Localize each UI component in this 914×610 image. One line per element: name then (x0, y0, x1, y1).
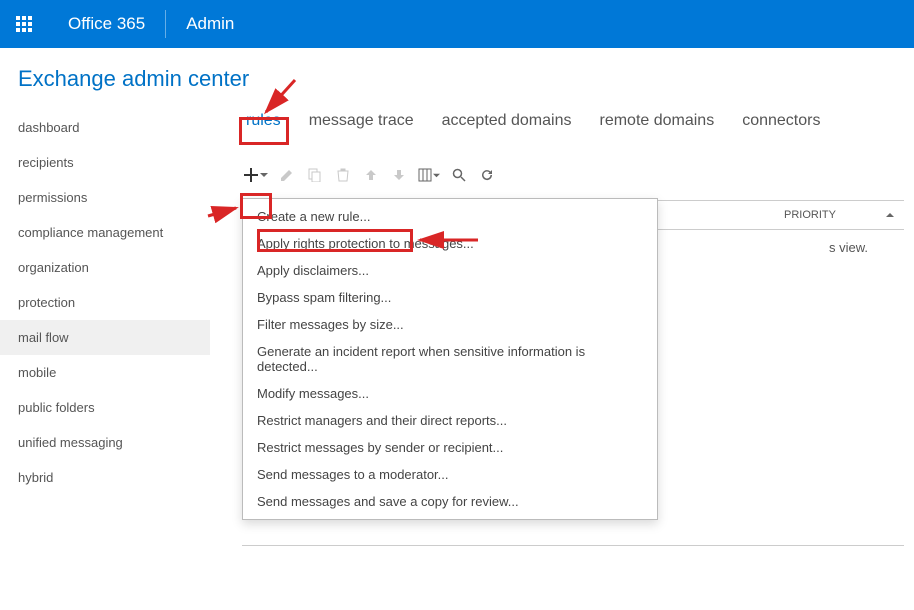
chevron-down-icon (433, 172, 440, 179)
tab-message-trace[interactable]: message trace (305, 110, 418, 132)
dd-apply-disclaimers[interactable]: Apply disclaimers... (243, 257, 657, 284)
pencil-icon (280, 168, 294, 182)
table-bottom-border (242, 545, 904, 546)
main-content: rules message trace accepted domains rem… (200, 110, 914, 546)
dd-bypass-spam[interactable]: Bypass spam filtering... (243, 284, 657, 311)
sort-asc-icon (886, 211, 894, 219)
tab-remote-domains[interactable]: remote domains (595, 110, 718, 132)
sidebar-item-dashboard[interactable]: dashboard (18, 110, 200, 145)
move-down-button (388, 164, 410, 186)
dd-restrict-managers[interactable]: Restrict managers and their direct repor… (243, 407, 657, 434)
copy-button (304, 164, 326, 186)
search-icon (452, 168, 466, 182)
tab-rules[interactable]: rules (242, 110, 285, 132)
edit-button (276, 164, 298, 186)
sidebar-item-recipients[interactable]: recipients (18, 145, 200, 180)
arrow-up-icon (364, 168, 378, 182)
delete-button (332, 164, 354, 186)
sidebar-item-hybrid[interactable]: hybrid (18, 460, 200, 495)
dd-modify-messages[interactable]: Modify messages... (243, 380, 657, 407)
sidebar-item-organization[interactable]: organization (18, 250, 200, 285)
app-label[interactable]: Admin (166, 14, 254, 34)
trash-icon (336, 168, 350, 182)
empty-message: s view. (648, 230, 868, 265)
tab-strip: rules message trace accepted domains rem… (242, 110, 904, 132)
columns-icon (418, 168, 432, 182)
arrow-down-icon (392, 168, 406, 182)
sidebar-item-unifiedmessaging[interactable]: unified messaging (18, 425, 200, 460)
global-header: Office 365 Admin (0, 0, 914, 48)
add-rule-button[interactable]: Create a new rule... Apply rights protec… (242, 164, 270, 186)
tab-connectors[interactable]: connectors (738, 110, 824, 132)
dd-moderator[interactable]: Send messages to a moderator... (243, 461, 657, 488)
dd-filter-size[interactable]: Filter messages by size... (243, 311, 657, 338)
refresh-icon (480, 168, 494, 182)
sidebar: dashboard recipients permissions complia… (0, 110, 200, 546)
move-up-button (360, 164, 382, 186)
sidebar-item-permissions[interactable]: permissions (18, 180, 200, 215)
toolbar: Create a new rule... Apply rights protec… (242, 164, 904, 186)
dd-restrict-sender[interactable]: Restrict messages by sender or recipient… (243, 434, 657, 461)
chevron-down-icon (260, 171, 268, 179)
sidebar-item-publicfolders[interactable]: public folders (18, 390, 200, 425)
refresh-button[interactable] (476, 164, 498, 186)
dd-apply-rights[interactable]: Apply rights protection to messages... (243, 230, 657, 257)
waffle-icon (16, 16, 32, 32)
search-button[interactable] (448, 164, 470, 186)
dd-incident-report[interactable]: Generate an incident report when sensiti… (243, 338, 657, 380)
sidebar-item-mobile[interactable]: mobile (18, 355, 200, 390)
sidebar-item-protection[interactable]: protection (18, 285, 200, 320)
col-priority-label: PRIORITY (784, 209, 836, 221)
tab-accepted-domains[interactable]: accepted domains (438, 110, 576, 132)
plus-icon (244, 168, 258, 182)
app-launcher-button[interactable] (0, 0, 48, 48)
brand-label[interactable]: Office 365 (48, 14, 165, 34)
copy-icon (308, 168, 322, 182)
dd-save-copy[interactable]: Send messages and save a copy for review… (243, 488, 657, 515)
dd-create-new-rule[interactable]: Create a new rule... (243, 203, 657, 230)
sidebar-item-compliance[interactable]: compliance management (18, 215, 200, 250)
add-rule-dropdown: Create a new rule... Apply rights protec… (242, 198, 658, 520)
col-priority[interactable]: PRIORITY (774, 201, 904, 229)
columns-button[interactable] (416, 164, 442, 186)
sidebar-item-mailflow[interactable]: mail flow (0, 320, 210, 355)
page-title: Exchange admin center (18, 66, 914, 92)
